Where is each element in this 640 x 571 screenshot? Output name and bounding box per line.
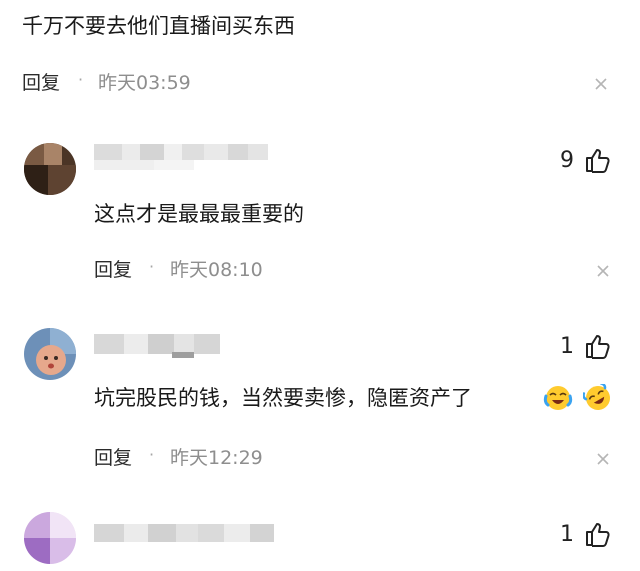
rolling-laughing-emoji [582,382,613,416]
thumbs-up-icon[interactable] [584,520,612,548]
username-blurred[interactable] [94,524,274,542]
meta-separator: · [149,445,155,464]
comment-time: 昨天12:29 [170,447,263,469]
avatar[interactable] [24,328,76,380]
username-blurred[interactable] [94,144,268,160]
reply-button[interactable]: 回复 [94,443,132,470]
username-blurred-sub [172,352,194,358]
meta-separator: · [78,70,84,89]
thumbs-up-icon[interactable] [584,146,612,174]
reply-button[interactable]: 回复 [94,255,132,282]
like-count: 1 [560,334,574,359]
comment-time: 昨天08:10 [170,259,263,281]
close-icon[interactable] [594,77,612,95]
meta-separator: · [149,257,155,276]
comment-time: 昨天03:59 [98,72,191,94]
close-icon[interactable] [596,264,614,282]
reply-text: 坑完股民的钱，当然要卖惨，隐匿资产了 [94,386,472,410]
close-icon[interactable] [596,452,614,470]
like-count: 9 [560,148,574,173]
root-comment-text: 千万不要去他们直播间买东西 [22,14,295,38]
laughing-crying-emoji [543,384,573,416]
like-count: 1 [560,522,574,547]
avatar[interactable] [24,143,76,195]
avatar[interactable] [24,512,76,564]
username-blurred-sub [94,160,194,170]
reply-text: 这点才是最最最重要的 [94,202,304,226]
reply-button[interactable]: 回复 [22,68,60,95]
username-blurred[interactable] [94,334,220,354]
thumbs-up-icon[interactable] [584,332,612,360]
